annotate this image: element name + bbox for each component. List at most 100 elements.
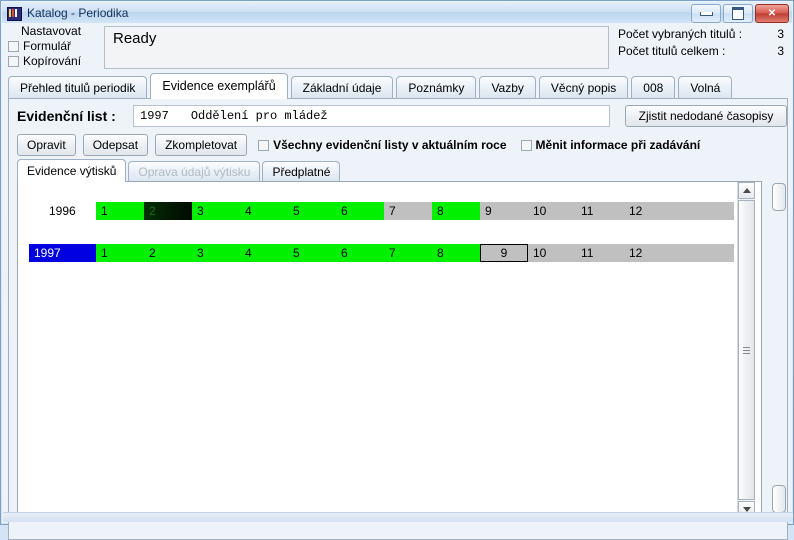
checkbox-label: Formulář (23, 39, 72, 53)
tab-zakladni-udaje[interactable]: Základní údaje (290, 76, 394, 99)
odepsat-button[interactable]: Odepsat (82, 134, 149, 156)
scroll-thumb[interactable] (738, 200, 755, 500)
checkbox-label: Kopírování (23, 54, 82, 68)
tab-poznamky[interactable]: Poznámky (396, 76, 477, 99)
slider-handle-top[interactable] (772, 183, 786, 211)
month-cell-3[interactable]: 3 (192, 202, 240, 220)
month-cell-8[interactable]: 8 (432, 244, 480, 262)
checkbox-box[interactable] (520, 139, 532, 151)
find-undelivered-button[interactable]: Zjistit nedodané časopisy (625, 105, 787, 127)
window-controls: ✕ (691, 4, 789, 23)
opravit-button[interactable]: Opravit (17, 134, 76, 156)
month-cell-10[interactable]: 10 (528, 202, 576, 220)
checkbox-box[interactable] (8, 55, 19, 67)
main-tab-bar: Přehled titulů periodik Evidence exemplá… (8, 73, 788, 99)
table-row[interactable]: 1996 1 2 3 4 5 6 7 8 9 10 11 12 (18, 202, 734, 220)
month-cell-5[interactable]: 5 (288, 202, 336, 220)
record-field[interactable]: 1997 Oddělení pro mládež exemplář 1 ▼ (133, 105, 722, 127)
checkbox-label: Všechny evidenční listy v aktuálním roce (273, 138, 507, 152)
count-label: Počet titulů celkem : (618, 44, 726, 58)
month-cell-11[interactable]: 11 (576, 244, 624, 262)
month-cell-9[interactable]: 9 (480, 244, 528, 262)
counts-panel: Počet vybraných titulů : 3 Počet titulů … (618, 26, 790, 60)
status-panel: Ready (104, 26, 609, 69)
tab-vecny-popis[interactable]: Věcný popis (538, 76, 629, 99)
month-cell-3[interactable]: 3 (192, 244, 240, 262)
month-cell-7[interactable]: 7 (384, 202, 432, 220)
count-label: Počet vybraných titulů : (618, 27, 743, 41)
month-cell-1[interactable]: 1 (96, 244, 144, 262)
month-cell-11[interactable]: 11 (576, 202, 624, 220)
maximize-button[interactable] (723, 4, 753, 23)
month-cell-1[interactable]: 1 (96, 202, 144, 220)
month-cell-2[interactable]: 2 (144, 202, 192, 220)
record-department: Oddělení pro mládež (190, 109, 328, 123)
status-bar (3, 512, 793, 522)
inner-tab-bar: Evidence výtisků Oprava údajů výtisku Př… (17, 159, 781, 182)
month-cell-4[interactable]: 4 (240, 244, 288, 262)
checkbox-all-evidence-lists[interactable]: Všechny evidenční listy v aktuálním roce (258, 138, 507, 152)
month-cell-12[interactable]: 12 (624, 244, 672, 262)
scroll-up-button[interactable] (738, 182, 755, 199)
tab-predplatne[interactable]: Předplatné (262, 161, 341, 182)
count-total-titles: Počet titulů celkem : 3 (618, 43, 790, 60)
book-icon (6, 5, 22, 21)
action-row: Opravit Odepsat Zkompletovat Všechny evi… (17, 133, 781, 157)
checkbox-label: Měnit informace při zadávání (535, 138, 701, 152)
record-label: Evidenční list : (17, 108, 116, 124)
window-title: Katalog - Periodika (27, 5, 129, 20)
month-cell-10[interactable]: 10 (528, 244, 576, 262)
month-cell-5[interactable]: 5 (288, 244, 336, 262)
row-year-label: 1996 (49, 204, 76, 218)
settings-group: Nastavovat Formulář Kopírování (8, 24, 100, 68)
status-text: Ready (113, 30, 157, 47)
count-selected-titles: Počet vybraných titulů : 3 (618, 26, 790, 43)
client-area: Nastavovat Formulář Kopírování Ready Poč… (2, 23, 794, 540)
minimize-button[interactable] (691, 4, 721, 23)
record-year: 1997 (140, 109, 169, 123)
month-cell-7[interactable]: 7 (384, 244, 432, 262)
top-strip: Nastavovat Formulář Kopírování Ready Poč… (2, 23, 794, 73)
evidence-panel: Evidenční list : 1997 Oddělení pro mláde… (8, 98, 788, 540)
settings-group-title: Nastavovat (21, 24, 82, 38)
record-row: Evidenční list : 1997 Oddělení pro mláde… (15, 105, 787, 129)
tab-oprava-udaju-vytisku: Oprava údajů výtisku (128, 161, 261, 182)
tab-volna[interactable]: Volná (678, 76, 733, 99)
count-value: 3 (777, 44, 784, 58)
checkbox-box[interactable] (8, 40, 19, 52)
month-cell-12[interactable]: 12 (624, 202, 672, 220)
grip-icon (743, 346, 750, 354)
tab-evidence-vytisku[interactable]: Evidence výtisků (17, 159, 127, 182)
vertical-scrollbar[interactable] (737, 182, 755, 518)
slider-handle-bottom[interactable] (772, 485, 786, 513)
month-cell-9[interactable]: 9 (480, 202, 528, 220)
outer-scrollbar[interactable] (769, 181, 789, 519)
table-row[interactable]: 1997 1 2 3 4 5 6 7 8 9 10 11 12 (18, 244, 734, 262)
tab-008[interactable]: 008 (631, 76, 676, 99)
arrow-up-icon (742, 188, 751, 193)
checkbox-box[interactable] (258, 139, 270, 151)
month-cell-6[interactable]: 6 (336, 202, 384, 220)
month-cell-4[interactable]: 4 (240, 202, 288, 220)
checkbox-kopirovani[interactable]: Kopírování (8, 54, 100, 68)
checkbox-formular[interactable]: Formulář (8, 39, 100, 53)
month-cell-8[interactable]: 8 (432, 202, 480, 220)
tab-prehled-titulu-periodik[interactable]: Přehled titulů periodik (8, 76, 148, 99)
minimize-icon (699, 11, 713, 16)
close-button[interactable]: ✕ (755, 4, 789, 23)
row-year-label: 1997 (29, 244, 96, 262)
issue-grid[interactable]: 1996 1 2 3 4 5 6 7 8 9 10 11 12 1997 1 2… (17, 181, 762, 519)
month-cell-6[interactable]: 6 (336, 244, 384, 262)
zkompletovat-button[interactable]: Zkompletovat (155, 134, 248, 156)
close-icon: ✕ (767, 8, 777, 19)
title-bar: Katalog - Periodika ✕ (2, 2, 792, 23)
count-value: 3 (777, 27, 784, 41)
row-month-strip: 1 2 3 4 5 6 7 8 9 10 11 12 (96, 202, 734, 220)
application-window: Katalog - Periodika ✕ Nastavovat Formulá… (0, 0, 794, 540)
tab-evidence-exemplaru[interactable]: Evidence exemplářů (150, 73, 288, 99)
tab-vazby[interactable]: Vazby (479, 76, 536, 99)
maximize-icon (732, 7, 744, 20)
row-month-strip: 1 2 3 4 5 6 7 8 9 10 11 12 (96, 244, 734, 262)
checkbox-change-info-on-entry[interactable]: Měnit informace při zadávání (520, 138, 701, 152)
month-cell-2[interactable]: 2 (144, 244, 192, 262)
